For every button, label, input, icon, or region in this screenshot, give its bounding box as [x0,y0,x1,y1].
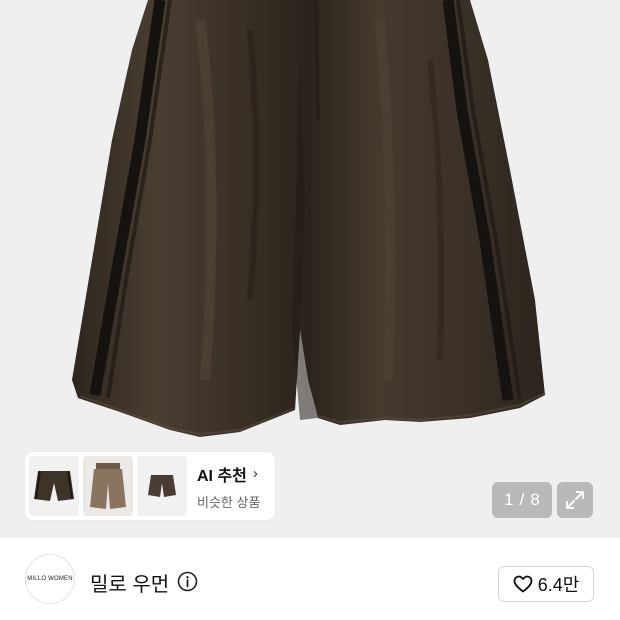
image-total-count: 8 [530,490,540,509]
image-counter-separator: / [519,490,525,509]
ai-recommend-card[interactable]: AI 추천 › 비슷한 상품 [25,452,275,520]
image-page-counter: 1 / 8 [492,482,552,518]
ai-recommend-title[interactable]: AI 추천 › [197,462,260,486]
like-button[interactable]: 6.4만 [498,566,594,602]
product-image-gallery[interactable]: AI 추천 › 비슷한 상품 1 / 8 [0,0,620,538]
product-page: AI 추천 › 비슷한 상품 1 / 8 MILLO WOMEN 밀로 우먼 6… [0,0,620,620]
shorts-thumbnail-icon [34,470,74,501]
ai-thumb-3[interactable] [137,456,187,516]
shorts-thumbnail-icon [90,463,126,509]
heart-icon [513,575,533,593]
ai-recommend-subtitle: 비슷한 상품 [197,494,261,510]
fullscreen-button[interactable] [557,482,593,518]
ai-thumb-1[interactable] [29,456,79,516]
like-count: 6.4만 [537,575,580,595]
brand-logo[interactable]: MILLO WOMEN [25,554,75,604]
ai-recommend-title-label: AI 추천 [197,467,247,485]
brand-name-link[interactable]: 밀로 우먼 [90,568,169,597]
ai-recommend-text[interactable]: AI 추천 › 비슷한 상품 [197,462,260,511]
brand-logo-text: MILLO WOMEN [27,576,73,582]
ai-thumb-2[interactable] [83,456,133,516]
chevron-right-icon: › [252,465,258,482]
expand-icon [566,491,584,509]
info-icon[interactable] [177,571,198,592]
image-current-index: 1 [504,490,514,509]
shorts-thumbnail-icon [148,475,176,497]
